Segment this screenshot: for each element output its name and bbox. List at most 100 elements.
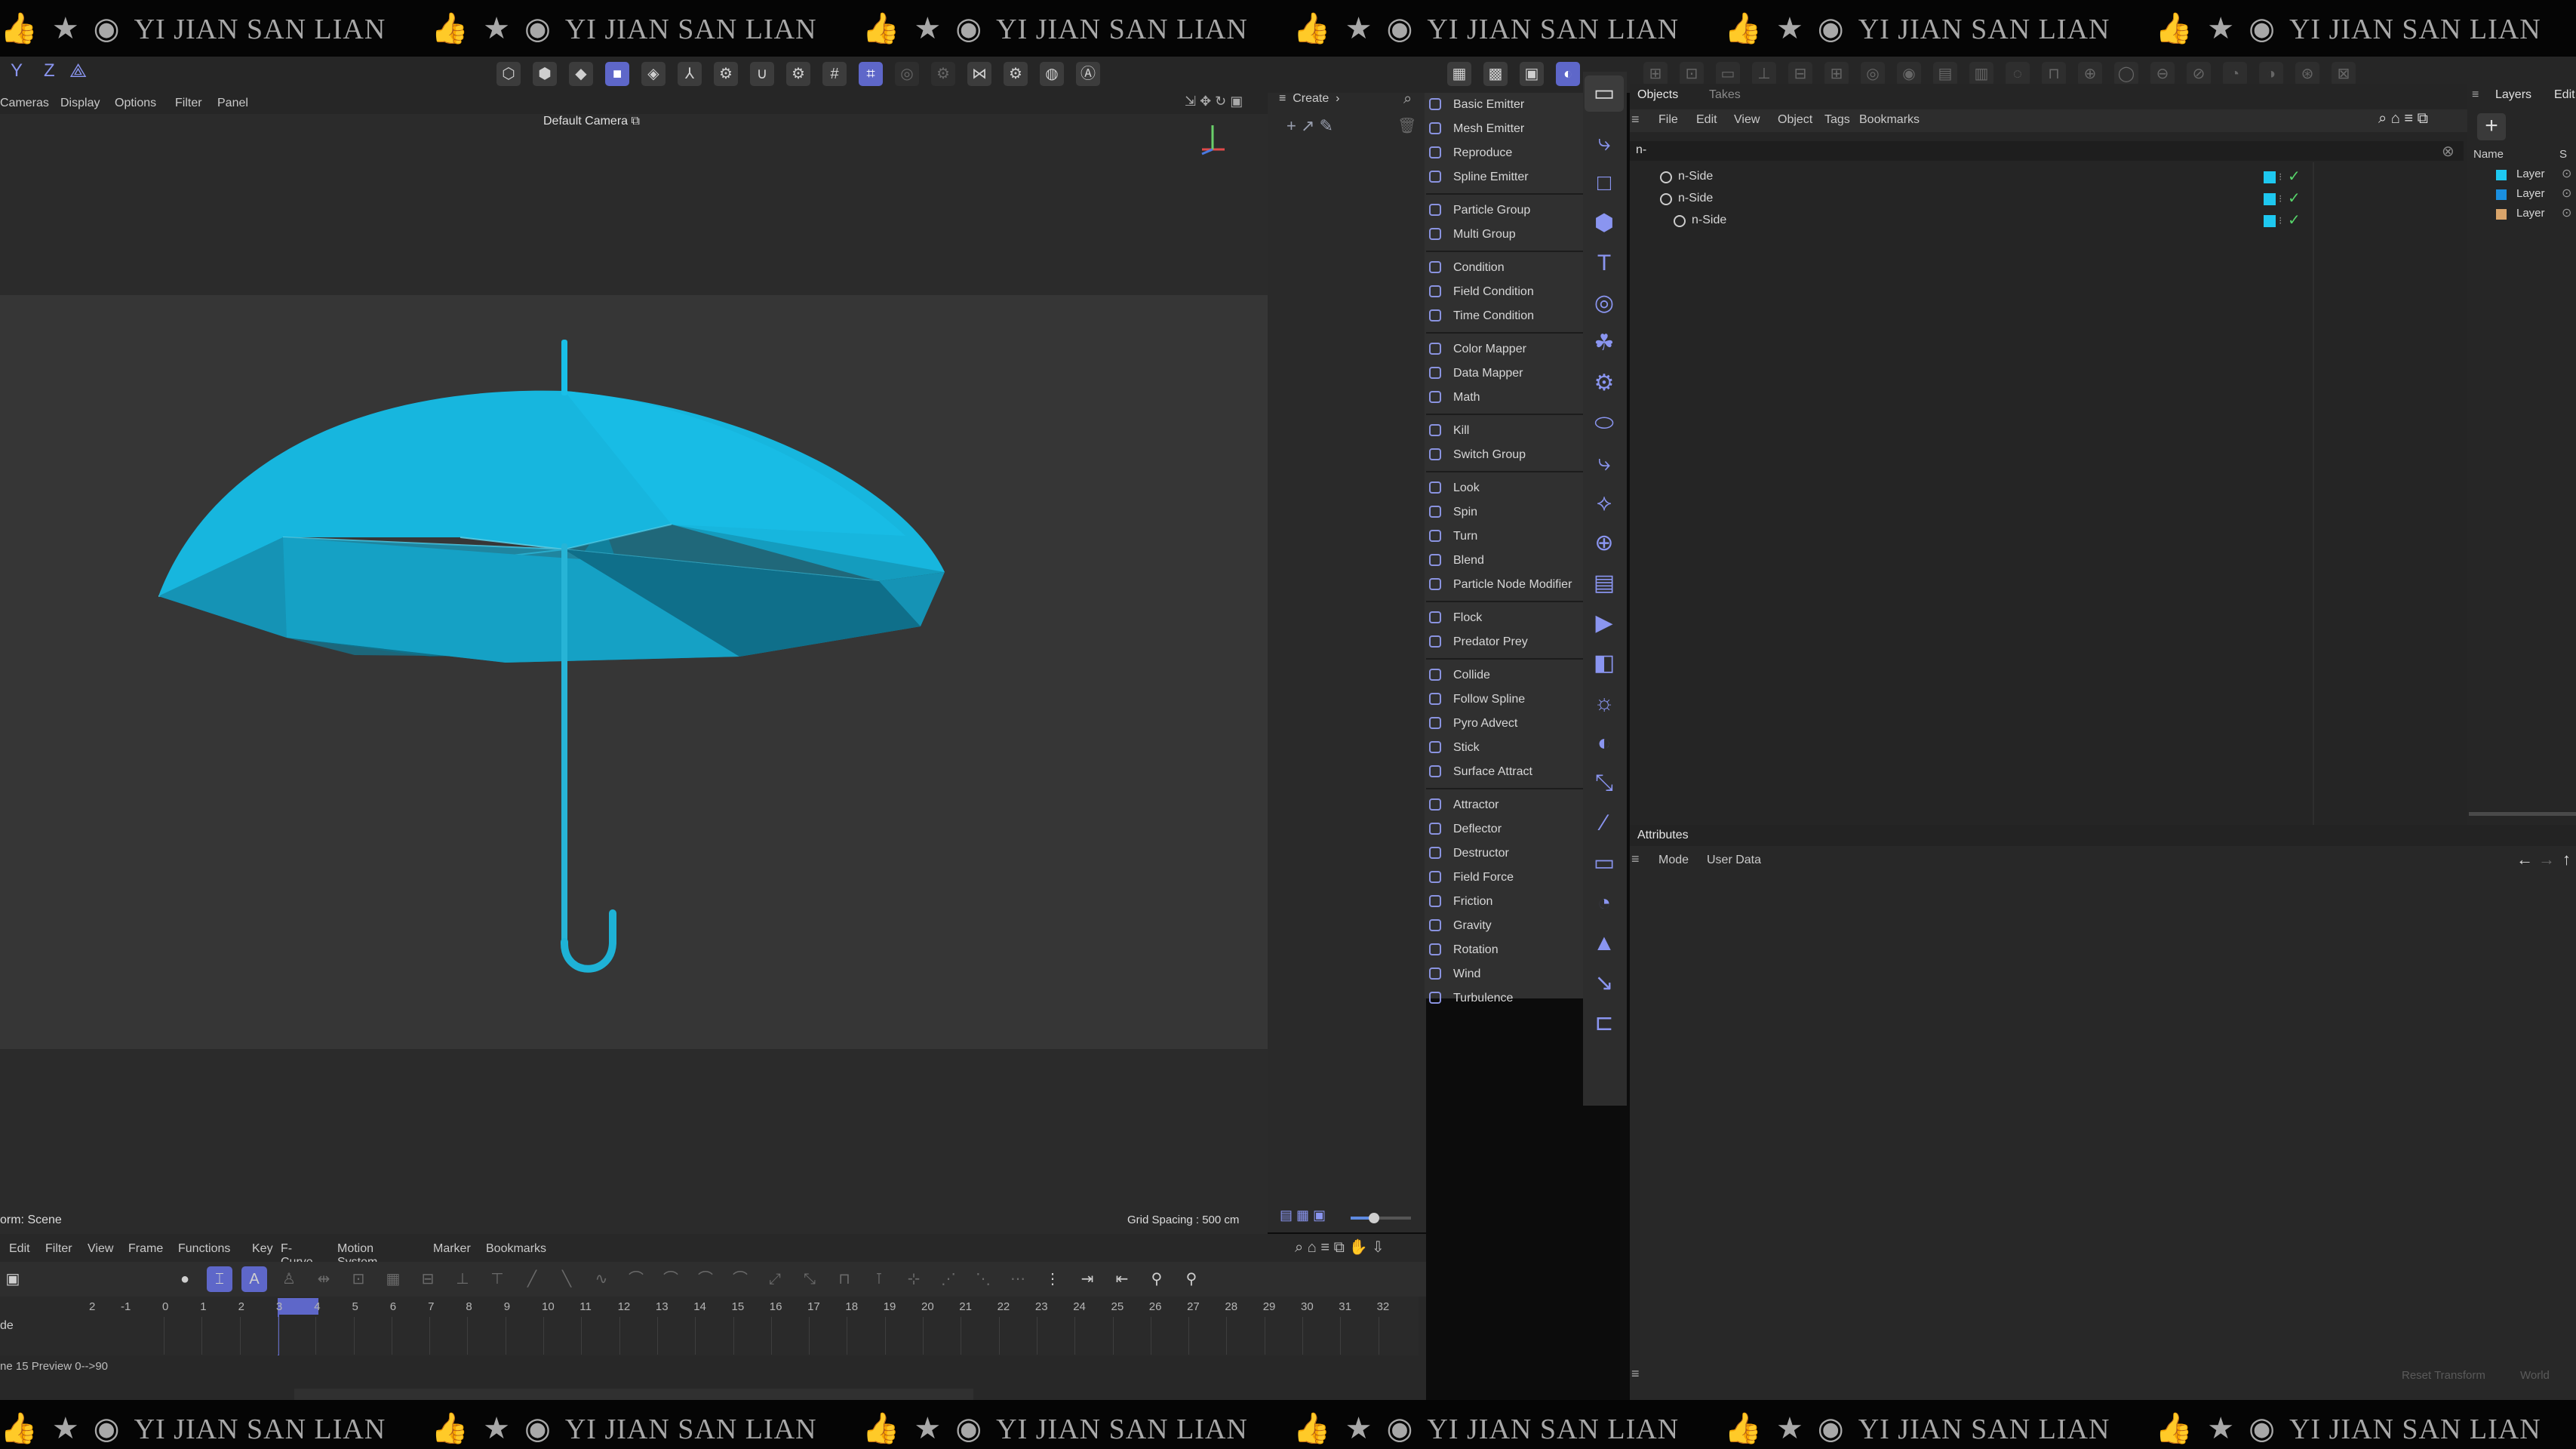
timeline-tool-icon[interactable]: ⌒ bbox=[727, 1266, 753, 1292]
up-arrow-icon[interactable]: ↑ bbox=[2562, 850, 2571, 869]
light-icon[interactable]: ◧ bbox=[1585, 645, 1624, 681]
paint-icon[interactable]: ▲ bbox=[1585, 925, 1624, 961]
texture-mode-icon[interactable]: ◈ bbox=[641, 62, 666, 86]
create-item-wind[interactable]: Wind bbox=[1426, 963, 1583, 986]
timeline-tool-icon[interactable]: ♙ bbox=[276, 1266, 302, 1292]
grid-icon[interactable]: # bbox=[822, 62, 847, 86]
create-item-spline-emitter[interactable]: Spline Emitter bbox=[1426, 166, 1583, 189]
move-icon[interactable]: ⤷ bbox=[1585, 125, 1624, 162]
timeline-tool-icon[interactable]: ▣ bbox=[0, 1266, 26, 1292]
object-row[interactable]: n-Side ⁝ ✓ bbox=[1652, 166, 2309, 187]
create-item-field-condition[interactable]: Field Condition bbox=[1426, 281, 1583, 303]
create-item-color-mapper[interactable]: Color Mapper bbox=[1426, 338, 1583, 361]
render-icon-2[interactable]: Ⓐ bbox=[1076, 62, 1100, 86]
layers-scrollbar[interactable] bbox=[2469, 812, 2576, 816]
viewport-nav-icons[interactable]: ⇲ ✥ ↻ ▣ bbox=[1185, 94, 1243, 109]
enabled-check-icon[interactable]: ✓ bbox=[2288, 210, 2301, 231]
umbrella-model[interactable] bbox=[151, 340, 966, 974]
tab-layers-edit[interactable]: Edit bbox=[2554, 88, 2575, 102]
camera-label[interactable]: Default Camera ⧉ bbox=[543, 115, 640, 128]
create-item-particle-node-modifier[interactable]: Particle Node Modifier bbox=[1426, 574, 1583, 596]
timeline-menu-view[interactable]: View bbox=[88, 1242, 113, 1256]
timeline-tool-icon[interactable]: ╱ bbox=[519, 1266, 545, 1292]
create-item-collide[interactable]: Collide bbox=[1426, 664, 1583, 687]
folder-icon[interactable]: ▭ bbox=[1585, 75, 1624, 112]
snap-settings-icon[interactable]: ⚙ bbox=[786, 62, 810, 86]
attributes-menu-icon[interactable]: ≡ bbox=[1631, 851, 1640, 867]
clear-search-icon[interactable]: ⊗ bbox=[2442, 142, 2455, 161]
timeline-tool-icon[interactable]: ⌶ bbox=[207, 1266, 232, 1292]
create-item-predator-prey[interactable]: Predator Prey bbox=[1426, 631, 1583, 654]
timeline-tool-icon[interactable]: ⚲ bbox=[1179, 1266, 1204, 1292]
scene-icon[interactable]: ⊕ bbox=[1585, 525, 1624, 561]
axis-lock-y[interactable]: Y bbox=[11, 60, 23, 82]
timeline-tool-icon[interactable]: ⊺ bbox=[866, 1266, 892, 1292]
objects-menu-file[interactable]: File bbox=[1658, 113, 1678, 127]
create-item-deflector[interactable]: Deflector bbox=[1426, 818, 1583, 841]
axis-icon[interactable]: ⅄ bbox=[678, 62, 702, 86]
layer-name[interactable]: Layer bbox=[2516, 168, 2545, 180]
layer-color-swatch[interactable] bbox=[2264, 171, 2276, 183]
timeline-tool-icon[interactable]: ● bbox=[172, 1266, 198, 1292]
viewport-layout-controls[interactable]: ▤ ▦ ▣ bbox=[1275, 1206, 1415, 1229]
timeline-tool-icon[interactable]: ⊓ bbox=[832, 1266, 857, 1292]
solo-icon[interactable]: ⊙ bbox=[2562, 205, 2571, 220]
timeline-tool-icon[interactable]: ⌒ bbox=[658, 1266, 684, 1292]
timeline-tool-icon[interactable]: ⊤ bbox=[484, 1266, 510, 1292]
timeline-tool-icon[interactable]: ∿ bbox=[589, 1266, 614, 1292]
timeline-menu-bookmarks[interactable]: Bookmarks bbox=[486, 1242, 546, 1256]
effector-icon[interactable]: ⚙ bbox=[1585, 365, 1624, 401]
timeline-menu-filter[interactable]: Filter bbox=[45, 1242, 72, 1256]
layer-row[interactable]: Layer ⊙ bbox=[2494, 186, 2576, 204]
render-icon[interactable]: ▶ bbox=[1585, 605, 1624, 641]
create-item-gravity[interactable]: Gravity bbox=[1426, 915, 1583, 937]
create-item-friction[interactable]: Friction bbox=[1426, 891, 1583, 913]
create-item-blend[interactable]: Blend bbox=[1426, 549, 1583, 572]
layer-color-swatch[interactable] bbox=[2264, 193, 2276, 205]
create-item-condition[interactable]: Condition bbox=[1426, 257, 1583, 279]
timeline-tool-icon[interactable]: ╲ bbox=[554, 1266, 579, 1292]
render-icon-1[interactable]: ◍ bbox=[1040, 62, 1064, 86]
timeline-tool-icon[interactable]: ⊡ bbox=[346, 1266, 371, 1292]
rotate-icon[interactable]: ◔ bbox=[1585, 885, 1624, 921]
viewport-menu-display[interactable]: Display bbox=[60, 97, 100, 110]
create-item-rotation[interactable]: Rotation bbox=[1426, 939, 1583, 961]
create-item-destructor[interactable]: Destructor bbox=[1426, 842, 1583, 865]
model-mode-icon[interactable]: ■ bbox=[605, 62, 629, 86]
object-name[interactable]: n-Side bbox=[1692, 210, 1726, 231]
object-name[interactable]: n-Side bbox=[1678, 166, 1713, 187]
render-view-icon[interactable]: ▦ bbox=[1447, 62, 1471, 86]
guide-icon[interactable]: ⊏ bbox=[1585, 1005, 1624, 1041]
coordinate-system-icon[interactable]: ⟁ bbox=[69, 59, 87, 83]
visibility-dots-icon[interactable]: ⁝ bbox=[2279, 166, 2282, 187]
timeline-tool-icon[interactable]: ⋰ bbox=[936, 1266, 961, 1292]
tab-attributes[interactable]: Attributes bbox=[1637, 829, 1689, 842]
timeline-tools-icons[interactable]: ⌕ ⌂ ≡ ⧉ ✋ ⇩ bbox=[1295, 1238, 1385, 1257]
objects-menu-object[interactable]: Object bbox=[1778, 113, 1812, 127]
timeline-tool-icon[interactable]: ⚲ bbox=[1144, 1266, 1170, 1292]
axis-icon[interactable]: ↘ bbox=[1585, 965, 1624, 1001]
timeline-tool-icon[interactable]: ▦ bbox=[380, 1266, 406, 1292]
timeline-tool-icon[interactable]: ⋱ bbox=[970, 1266, 996, 1292]
tag-icon[interactable]: ⤡ bbox=[1585, 765, 1624, 801]
objects-menu-edit[interactable]: Edit bbox=[1696, 113, 1717, 127]
timeline-tool-icon[interactable]: ⇤ bbox=[1109, 1266, 1135, 1292]
create-add-icons[interactable]: + ↗ ✎ bbox=[1286, 116, 1333, 136]
add-layer-button[interactable]: + bbox=[2477, 113, 2506, 140]
create-item-look[interactable]: Look bbox=[1426, 477, 1583, 500]
timeline-tool-icon[interactable]: ⇹ bbox=[311, 1266, 337, 1292]
create-item-basic-emitter[interactable]: Basic Emitter bbox=[1426, 94, 1583, 116]
solo-icon[interactable]: ⊙ bbox=[2562, 186, 2571, 201]
world-button[interactable]: World bbox=[2520, 1369, 2550, 1382]
mode-icon-1[interactable]: ⬡ bbox=[496, 62, 521, 86]
create-item-attractor[interactable]: Attractor bbox=[1426, 794, 1583, 817]
timeline-menu-functions[interactable]: Functions bbox=[178, 1242, 230, 1256]
layer-icon[interactable]: ▭ bbox=[1585, 845, 1624, 881]
deformer-icon[interactable]: ⬭ bbox=[1585, 405, 1624, 441]
create-search-icon[interactable]: ⌕ bbox=[1403, 91, 1412, 108]
layer-row[interactable]: Layer ⊙ bbox=[2494, 205, 2576, 223]
timeline-menu-marker[interactable]: Marker bbox=[433, 1242, 471, 1256]
objects-menu-bookmarks[interactable]: Bookmarks bbox=[1859, 113, 1920, 127]
create-item-mesh-emitter[interactable]: Mesh Emitter bbox=[1426, 118, 1583, 140]
timeline-menu-frame[interactable]: Frame bbox=[128, 1242, 163, 1256]
